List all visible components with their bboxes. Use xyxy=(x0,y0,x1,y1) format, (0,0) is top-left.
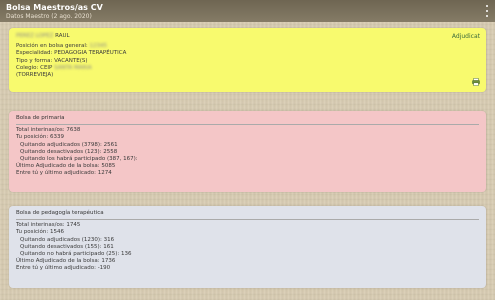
bolsa-pedagogia-title: Bolsa de pedagogía terapéutica xyxy=(16,210,479,221)
bolsa-pedagogia-card: Bolsa de pedagogía terapéutica Total int… xyxy=(9,206,486,288)
profile-firstname: RAUL xyxy=(55,33,70,39)
bolsa-pedagogia-line: Quitando adjudicados (1230): 316 xyxy=(20,236,115,243)
bolsa-pedagogia-line: Total interinas/os: 1745 xyxy=(16,222,81,229)
bolsa-primaria-line: Quitando adjudicados (3798): 2561 xyxy=(20,141,118,148)
adjudicat-link[interactable]: Adjudicat xyxy=(452,33,480,40)
profile-info-redacted-value: SANTA MARIA xyxy=(54,64,92,71)
more-vert-icon[interactable] xyxy=(484,5,490,17)
bolsa-primaria-line: Quitando desactivados (123): 2558 xyxy=(20,148,118,155)
bolsa-pedagogia-line: Quitando desactivados (155): 161 xyxy=(20,243,114,250)
bolsa-primaria-line: Entre tú y último adjudicado: 1274 xyxy=(16,170,112,177)
profile-info-label: Especialidad: PEDAGOGIA TERAPÉUTICA xyxy=(16,50,127,57)
profile-info-label: Posición en bolsa general: xyxy=(16,43,90,50)
bolsa-pedagogia-line: Entre tú y último adjudicado: -190 xyxy=(16,265,111,272)
bolsa-primaria-line: Tu posición: 6339 xyxy=(16,134,65,141)
app-bar: Bolsa Maestros/as CV Datos Maestro (2 ag… xyxy=(0,0,495,22)
profile-info-label: Colegio: CEIP xyxy=(16,64,55,71)
profile-card: PEREZ LOPEZ RAUL Posición en bolsa gener… xyxy=(9,28,486,92)
app-subtitle: Datos Maestro (2 ago. 2020) xyxy=(6,13,92,20)
profile-info-line: (TORREVIEJA) xyxy=(16,72,479,79)
bolsa-primaria-line: Total interinas/os: 7638 xyxy=(16,127,81,134)
profile-info-redacted-value: 12345 xyxy=(89,43,108,50)
bolsa-primaria-title: Bolsa de primaria xyxy=(16,115,479,126)
profile-info-line: Colegio: CEIP SANTA MARIA xyxy=(16,65,479,72)
profile-name: PEREZ LOPEZ RAUL xyxy=(16,33,479,40)
bolsa-primaria-card: Bolsa de primaria Total interinas/os: 76… xyxy=(9,111,486,192)
profile-info-line: Tipo y forma: VACANTE(S) xyxy=(16,58,479,65)
app-title: Bolsa Maestros/as CV xyxy=(6,3,103,12)
profile-info-line: Especialidad: PEDAGOGIA TERAPÉUTICA xyxy=(16,50,479,57)
profile-info-label: Tipo y forma: VACANTE(S) xyxy=(16,57,88,64)
profile-info-label: (TORREVIEJA) xyxy=(16,72,54,79)
print-icon[interactable] xyxy=(472,78,480,86)
bolsa-pedagogia-line: Tu posición: 1546 xyxy=(16,229,65,236)
profile-surname-blurred: PEREZ LOPEZ xyxy=(16,33,54,39)
